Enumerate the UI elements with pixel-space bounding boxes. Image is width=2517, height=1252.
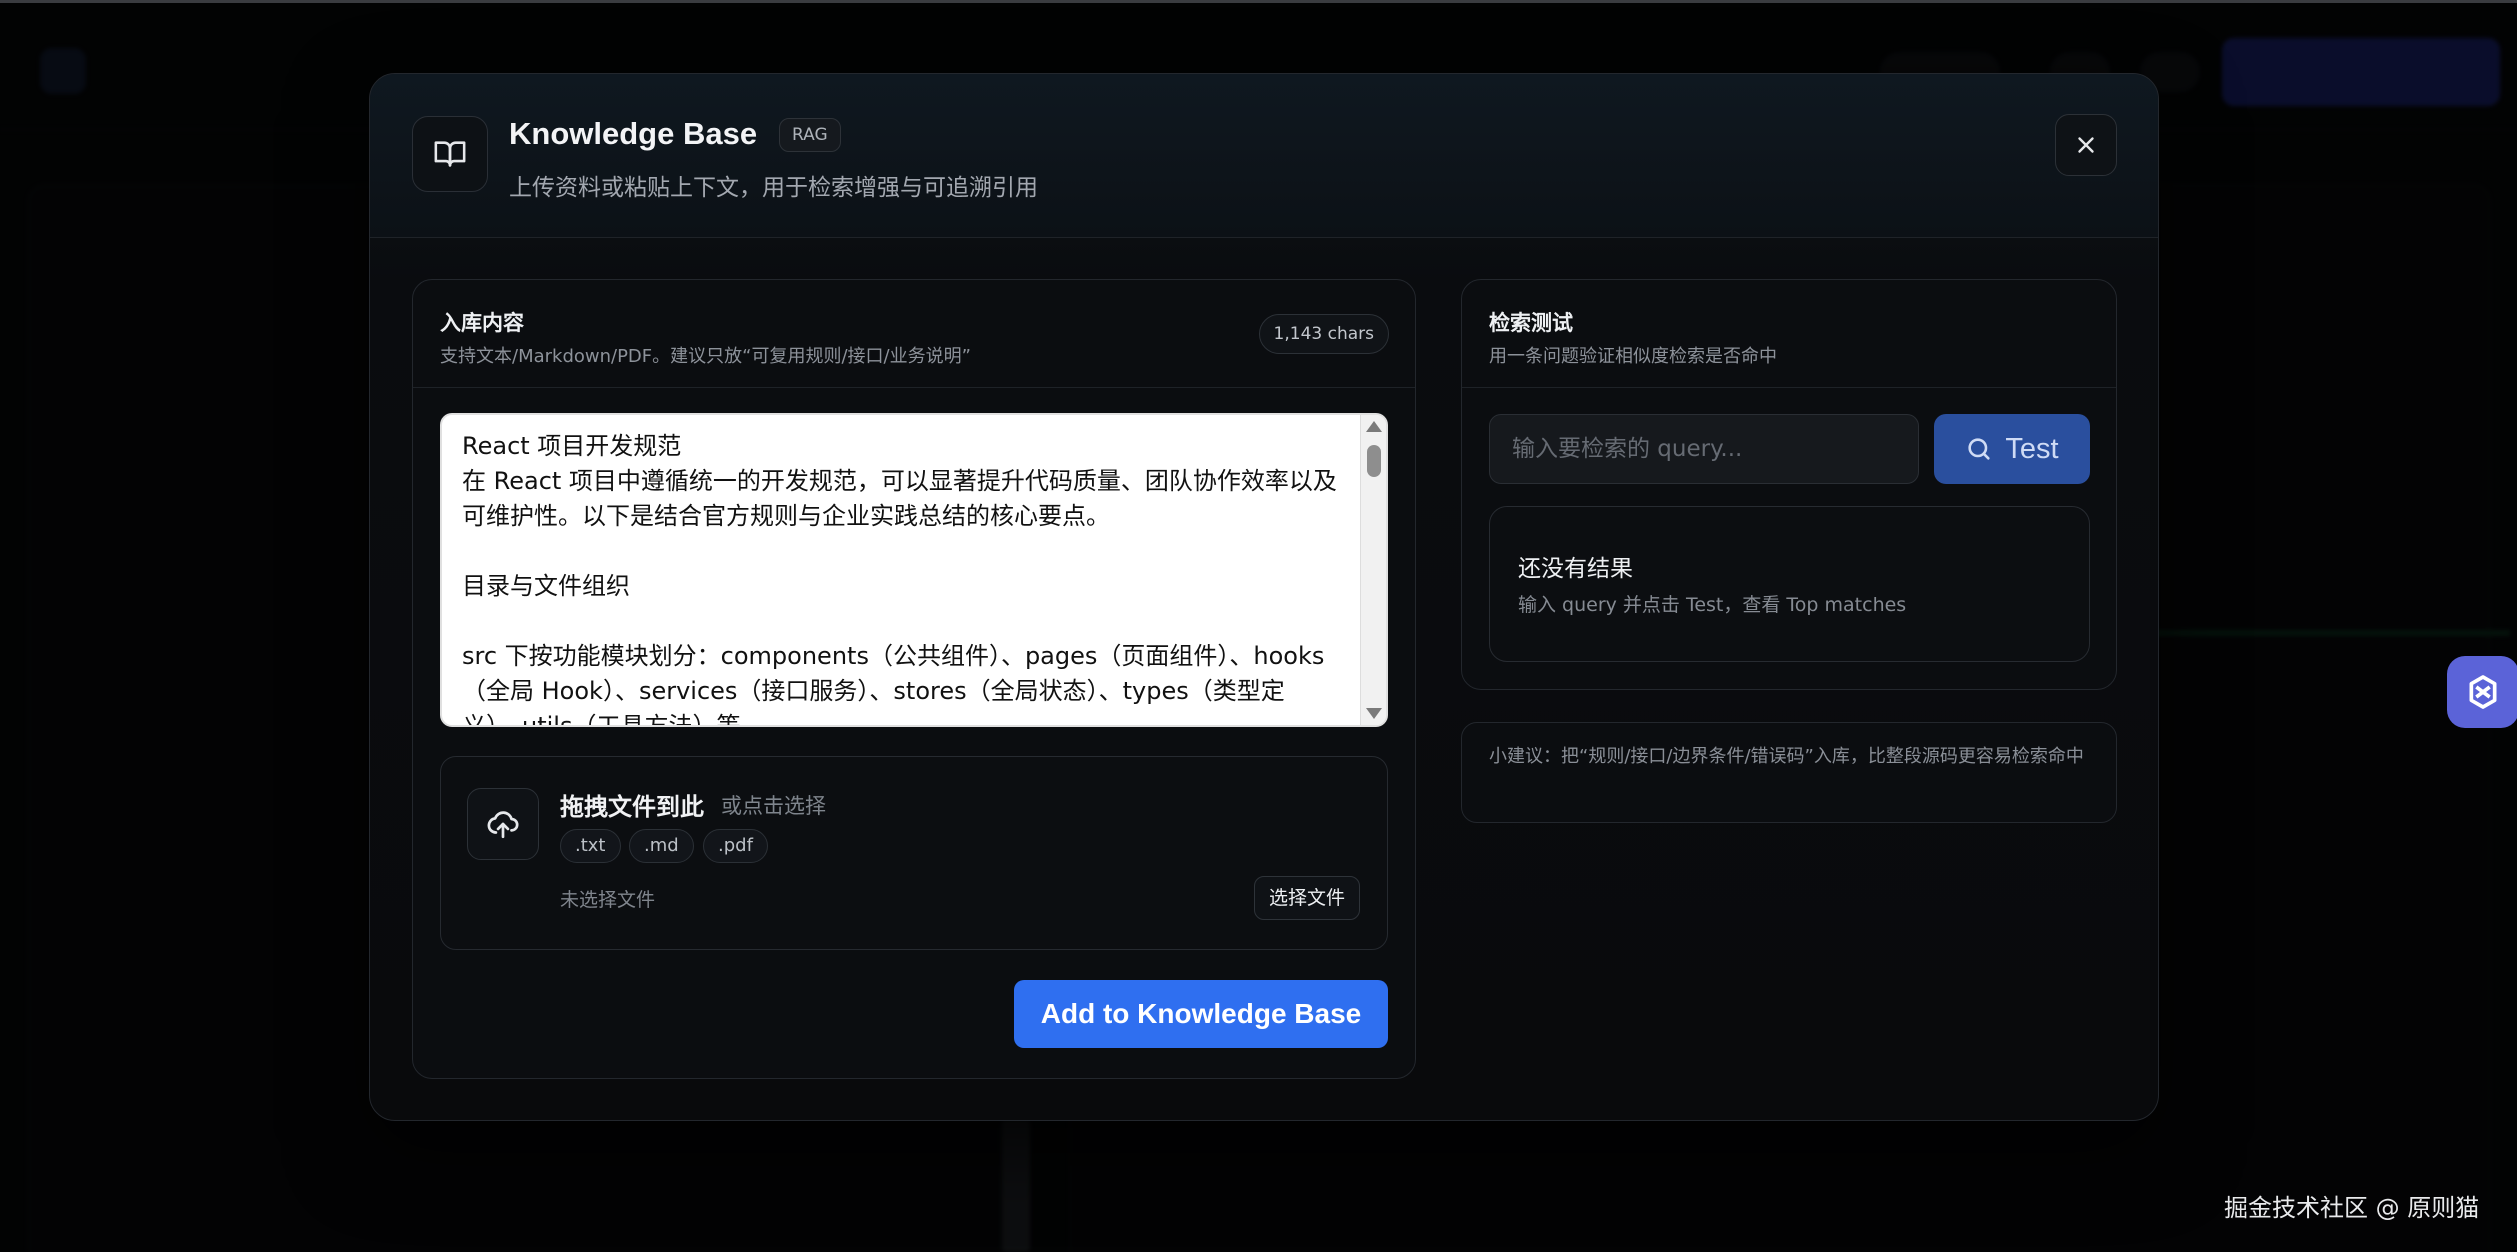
search-description: 用一条问题验证相似度检索是否命中 — [1489, 346, 1777, 367]
results-empty-hint: 输入 query 并点击 Test，查看 Top matches — [1518, 594, 1907, 616]
extension-tag-txt: .txt — [560, 829, 621, 863]
char-count-badge: 1,143 chars — [1258, 314, 1389, 354]
ingest-description: 支持文本/Markdown/PDF。建议只放“可复用规则/接口/业务说明” — [440, 346, 971, 367]
no-file-status: 未选择文件 — [560, 889, 656, 911]
modal-title: Knowledge Base — [509, 116, 758, 151]
scroll-down-arrow-icon[interactable] — [1366, 708, 1382, 719]
query-input[interactable] — [1489, 414, 1919, 484]
watermark: 掘金技术社区 @ 原则猫 — [2224, 1194, 2480, 1222]
close-icon — [2078, 137, 2094, 153]
test-button[interactable]: Test — [1934, 414, 2090, 484]
results-empty-title: 还没有结果 — [1518, 556, 1633, 582]
tip-text: 小建议：把“规则/接口/边界条件/错误码”入库，比整段源码更容易检索命中 — [1489, 746, 2084, 767]
window-top-border — [0, 0, 2517, 3]
knowledge-base-modal: Knowledge Base RAG 上传资料或粘贴上下文，用于检索增强与可追溯… — [369, 73, 2159, 1121]
content-textarea[interactable]: React 项目开发规范 在 React 项目中遵循统一的开发规范，可以显著提升… — [440, 413, 1388, 727]
search-icon — [1968, 438, 1991, 460]
file-dropzone[interactable]: 拖拽文件到此 或点击选择 .txt .md .pdf 未选择文件 选择文件 — [440, 756, 1388, 950]
dropzone-alt-text: 或点击选择 — [721, 794, 826, 818]
book-open-icon — [412, 116, 488, 192]
scroll-thumb[interactable] — [1367, 445, 1381, 477]
textarea-scrollbar[interactable] — [1360, 415, 1386, 725]
search-title: 检索测试 — [1489, 311, 1573, 335]
test-button-label: Test — [2005, 432, 2059, 465]
rag-badge: RAG — [779, 118, 841, 152]
floating-assistant-button[interactable] — [2447, 656, 2517, 728]
search-test-card: 检索测试 用一条问题验证相似度检索是否命中 Test 还没有结果 输入 quer… — [1461, 279, 2117, 690]
extension-tag-pdf: .pdf — [703, 829, 768, 863]
assistant-logo-icon — [2469, 675, 2497, 709]
choose-file-button[interactable]: 选择文件 — [1253, 876, 1360, 920]
scroll-up-arrow-icon[interactable] — [1366, 421, 1382, 432]
results-panel: 还没有结果 输入 query 并点击 Test，查看 Top matches — [1489, 506, 2090, 662]
extension-tag-md: .md — [629, 829, 694, 863]
modal-subtitle: 上传资料或粘贴上下文，用于检索增强与可追溯引用 — [509, 175, 1038, 201]
close-button[interactable] — [2055, 114, 2117, 176]
ingest-card-header: 入库内容 支持文本/Markdown/PDF。建议只放“可复用规则/接口/业务说… — [413, 280, 1415, 388]
dropzone-title: 拖拽文件到此 — [560, 793, 704, 821]
ingest-title: 入库内容 — [440, 311, 524, 335]
add-to-knowledge-base-button[interactable]: Add to Knowledge Base — [1014, 980, 1388, 1048]
search-card-header: 检索测试 用一条问题验证相似度检索是否命中 — [1462, 280, 2116, 388]
modal-header: Knowledge Base RAG 上传资料或粘贴上下文，用于检索增强与可追溯… — [370, 74, 2158, 238]
cloud-upload-icon — [467, 788, 539, 860]
content-text[interactable]: React 项目开发规范 在 React 项目中遵循统一的开发规范，可以显著提升… — [462, 429, 1342, 725]
ingest-card: 入库内容 支持文本/Markdown/PDF。建议只放“可复用规则/接口/业务说… — [412, 279, 1416, 1079]
tip-card: 小建议：把“规则/接口/边界条件/错误码”入库，比整段源码更容易检索命中 — [1461, 722, 2117, 823]
